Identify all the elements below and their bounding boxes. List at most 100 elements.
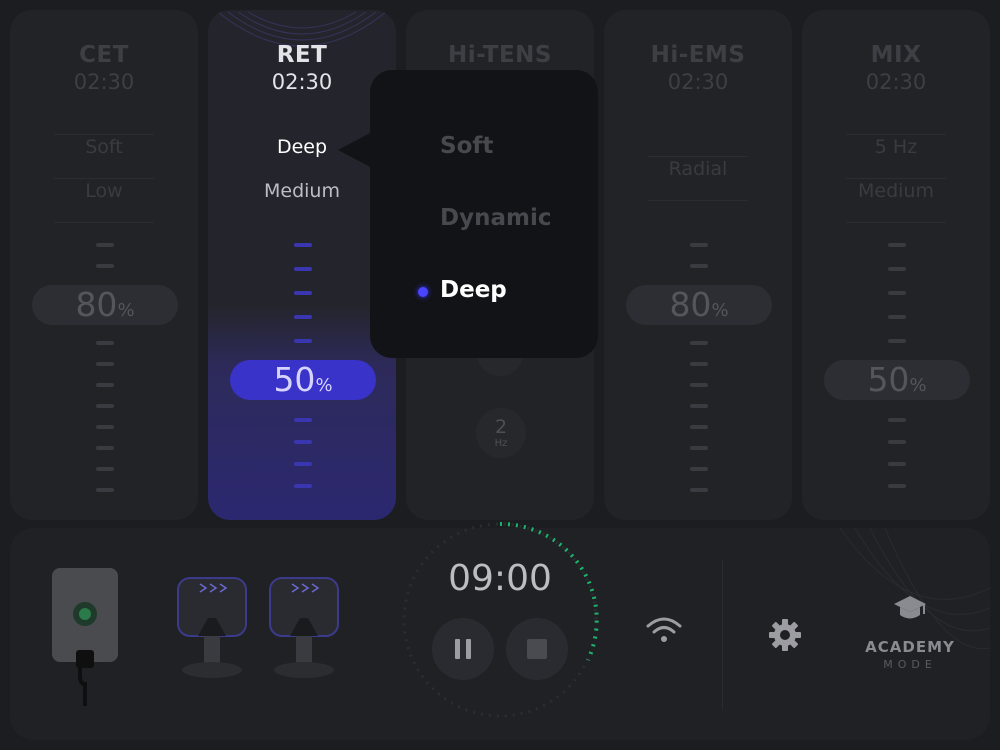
scale-tick	[294, 418, 312, 422]
divider	[846, 134, 946, 135]
scale-tick	[690, 362, 708, 366]
scale-tick	[96, 446, 114, 450]
power-value: 50	[273, 360, 316, 399]
scale-tick	[294, 267, 312, 271]
panel-hi-ems[interactable]: Hi-EMS 02:30 Radial 80%	[604, 10, 792, 520]
menu-item-deep[interactable]: Deep	[440, 277, 507, 303]
scale-tick	[294, 243, 312, 247]
panel-title: MIX	[870, 42, 922, 68]
scale-tick	[294, 484, 312, 488]
power-value: 50	[867, 360, 910, 399]
divider	[648, 156, 748, 157]
option-frequency[interactable]: 5 Hz	[802, 136, 990, 158]
divider	[54, 178, 154, 179]
scale-tick	[690, 341, 708, 345]
divider	[54, 134, 154, 135]
scale-tick	[96, 488, 114, 492]
divider	[54, 222, 154, 223]
scale-tick	[96, 383, 114, 387]
scale-tick	[690, 243, 708, 247]
frequency-unit: Hz	[494, 438, 508, 449]
option-level[interactable]: Medium	[802, 180, 990, 202]
scale-tick	[690, 488, 708, 492]
scale-tick	[888, 291, 906, 295]
panel-title: CET	[79, 42, 129, 68]
scale-tick	[96, 425, 114, 429]
wifi-button[interactable]	[644, 614, 684, 646]
scale-tick	[294, 462, 312, 466]
scale-tick	[294, 339, 312, 343]
stop-icon	[527, 639, 547, 659]
scale-tick	[96, 404, 114, 408]
scale-tick	[690, 264, 708, 268]
electrode-device-icon[interactable]	[172, 574, 252, 684]
power-unit: %	[117, 300, 135, 321]
menu-item-soft[interactable]: Soft	[440, 133, 493, 159]
scale-tick	[294, 291, 312, 295]
scale-tick	[96, 264, 114, 268]
settings-button[interactable]	[768, 618, 802, 652]
scale-tick	[888, 484, 906, 488]
academy-mode-sublabel: MODE	[883, 658, 937, 671]
panel-title: Hi-TENS	[447, 42, 552, 68]
divider	[846, 222, 946, 223]
scale-tick	[294, 315, 312, 319]
scale-tick	[690, 467, 708, 471]
scale-tick	[888, 243, 906, 247]
scale-tick	[690, 446, 708, 450]
panel-time: 02:30	[667, 70, 729, 94]
academy-mode-label[interactable]: ACADEMY	[855, 638, 965, 656]
graduation-cap-icon[interactable]	[893, 594, 927, 624]
panel-time: 02:30	[271, 70, 333, 94]
power-level-pill[interactable]: 80%	[626, 285, 772, 325]
panel-time: 02:30	[865, 70, 927, 94]
power-level-pill[interactable]: 80%	[32, 285, 178, 325]
power-value: 80	[75, 285, 118, 324]
panel-title: RET	[276, 42, 328, 68]
scale-tick	[690, 425, 708, 429]
pause-icon	[455, 639, 471, 659]
stop-button[interactable]	[506, 618, 568, 680]
panel-ret[interactable]: RET 02:30 Deep Medium 50%	[208, 10, 396, 520]
menu-item-dynamic[interactable]: Dynamic	[440, 205, 551, 231]
scale-tick	[888, 315, 906, 319]
popup-pointer	[338, 132, 372, 168]
divider	[846, 178, 946, 179]
option-level[interactable]: Medium	[208, 180, 396, 202]
frequency-value: 2	[494, 416, 508, 438]
panel-time: 02:30	[73, 70, 135, 94]
panel-mix[interactable]: MIX 02:30 5 Hz Medium 50%	[802, 10, 990, 520]
scale-tick	[96, 243, 114, 247]
session-timer: 09:00	[448, 558, 552, 599]
scale-tick	[888, 339, 906, 343]
scale-tick	[888, 440, 906, 444]
wifi-icon	[646, 617, 682, 642]
pause-button[interactable]	[432, 618, 494, 680]
scale-tick	[690, 383, 708, 387]
scale-tick	[96, 467, 114, 471]
timer-progress-ring	[402, 521, 599, 718]
selected-indicator	[418, 287, 428, 297]
power-unit: %	[711, 300, 729, 321]
power-value: 80	[669, 285, 712, 324]
device-handpiece-icon[interactable]	[50, 566, 120, 706]
power-level-pill[interactable]: 50%	[230, 360, 376, 400]
gear-icon	[769, 619, 801, 651]
intensity-dropdown: Soft Dynamic Deep	[370, 70, 598, 358]
divider	[722, 560, 723, 710]
scale-tick	[96, 341, 114, 345]
scale-tick	[294, 440, 312, 444]
electrode-device-icon[interactable]	[264, 574, 344, 684]
option-level[interactable]: Low	[10, 180, 198, 202]
power-level-pill[interactable]: 50%	[824, 360, 970, 400]
power-unit: %	[315, 375, 333, 396]
power-unit: %	[909, 375, 927, 396]
option-mode[interactable]: Radial	[604, 158, 792, 180]
panel-cet[interactable]: CET 02:30 Soft Low 80%	[10, 10, 198, 520]
scale-tick	[888, 267, 906, 271]
panel-title: Hi-EMS	[650, 42, 746, 68]
scale-tick	[888, 418, 906, 422]
scale-tick	[96, 362, 114, 366]
option-intensity[interactable]: Soft	[10, 136, 198, 158]
frequency-dial[interactable]: 2 Hz	[476, 408, 526, 458]
